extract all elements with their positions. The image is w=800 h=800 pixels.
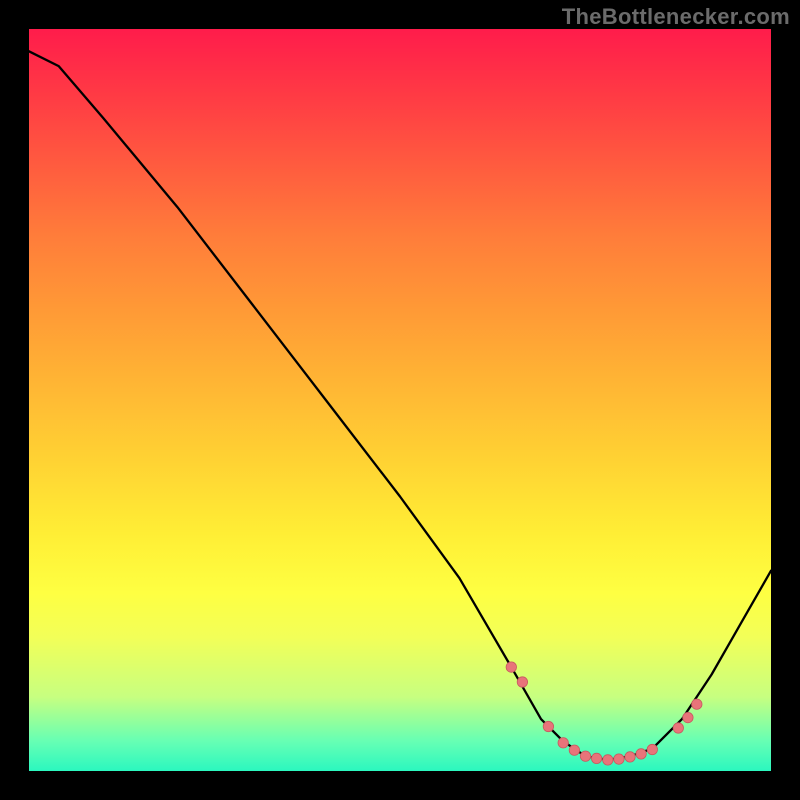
data-marker	[591, 753, 601, 763]
data-marker	[647, 744, 657, 754]
data-marker	[506, 662, 516, 672]
data-marker	[543, 721, 553, 731]
data-marker	[603, 755, 613, 765]
data-marker	[673, 723, 683, 733]
data-marker	[580, 751, 590, 761]
data-marker	[636, 749, 646, 759]
data-marker	[517, 677, 527, 687]
marker-layer	[506, 662, 702, 765]
data-marker	[614, 754, 624, 764]
data-marker	[558, 738, 568, 748]
attribution-label: TheBottlenecker.com	[562, 4, 790, 30]
data-marker	[683, 712, 693, 722]
data-marker	[625, 752, 635, 762]
bottleneck-curve	[29, 51, 771, 760]
chart-svg	[29, 29, 771, 771]
chart-frame: TheBottlenecker.com	[0, 0, 800, 800]
data-marker	[692, 699, 702, 709]
data-marker	[569, 745, 579, 755]
plot-area	[29, 29, 771, 771]
